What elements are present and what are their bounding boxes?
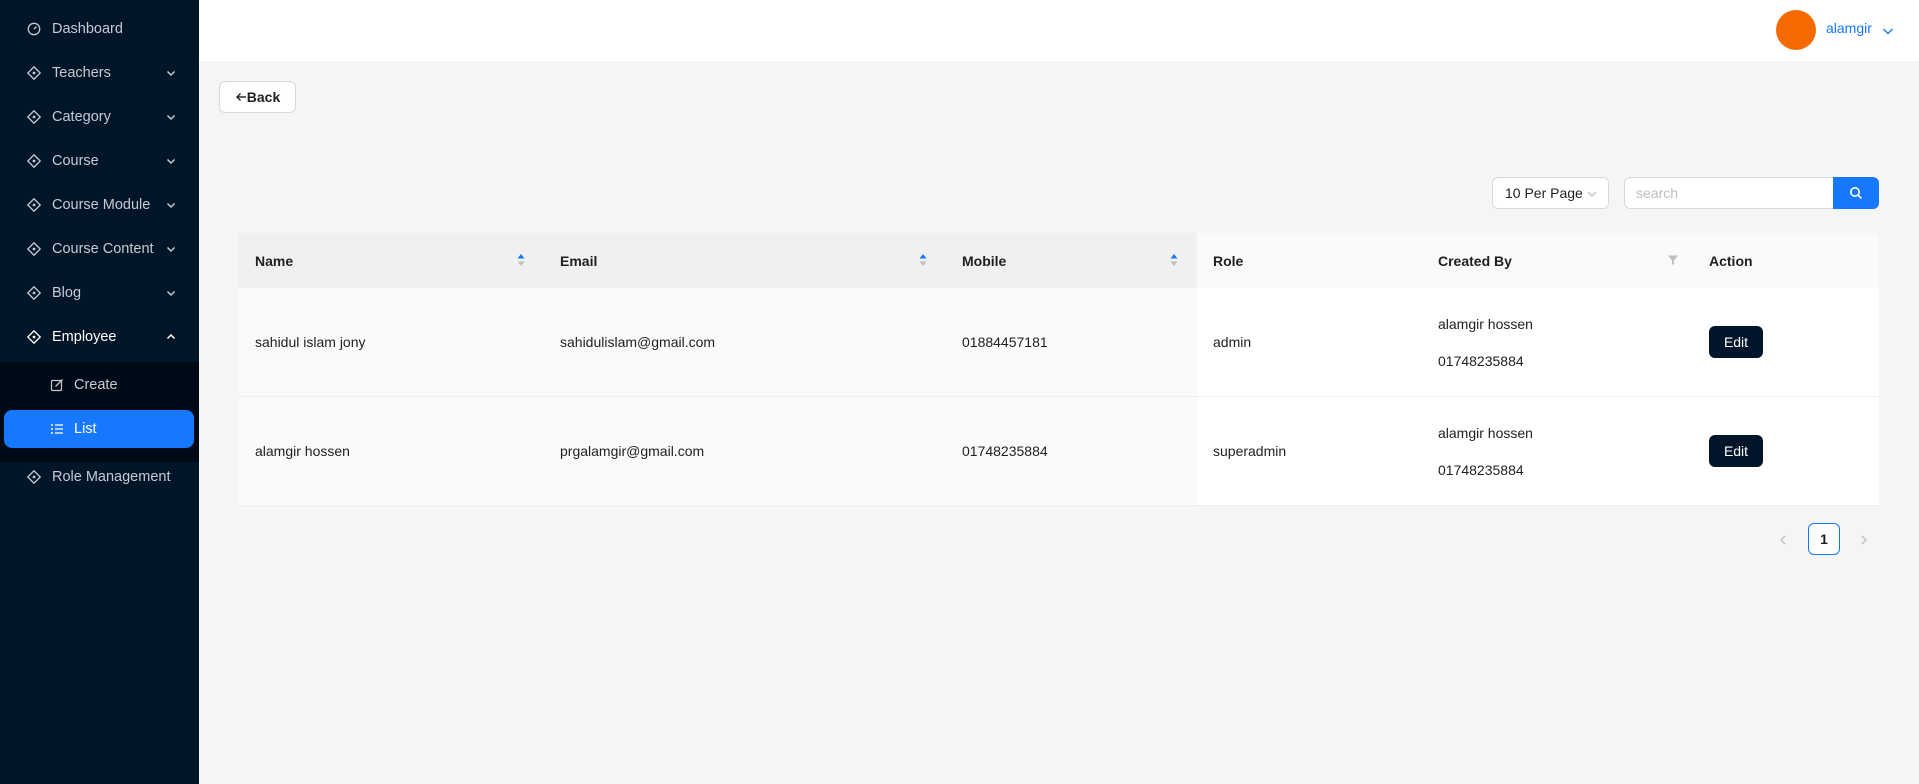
- chevron-down-icon: [1587, 191, 1597, 197]
- sidebar-item-label: Employee: [52, 329, 117, 345]
- sort-icon[interactable]: [1170, 252, 1178, 268]
- column-header-action: Action: [1693, 233, 1879, 288]
- sidebar-item-employee[interactable]: Employee: [0, 315, 199, 359]
- avatar[interactable]: [1776, 10, 1816, 50]
- chevron-down-icon: [166, 114, 176, 121]
- sidebar-subitem-label: Create: [74, 377, 118, 393]
- per-page-select[interactable]: 10 Per Page: [1492, 177, 1609, 209]
- pagination-page-current[interactable]: 1: [1808, 523, 1840, 555]
- cell-role: superadmin: [1197, 397, 1422, 505]
- edit-icon: [50, 379, 63, 392]
- sidebar-item-course-module[interactable]: Course Module: [0, 183, 199, 227]
- sidebar-subitem-create[interactable]: Create: [4, 366, 194, 404]
- cell-created-by: alamgir hossen 01748235884: [1422, 397, 1693, 505]
- column-header-label: Created By: [1438, 252, 1512, 269]
- column-header-mobile[interactable]: Mobile: [946, 233, 1197, 288]
- cell-name: alamgir hossen: [239, 397, 544, 505]
- chevron-down-icon[interactable]: [1882, 25, 1894, 37]
- sidebar-item-course[interactable]: Course: [0, 139, 199, 183]
- created-by-name: alamgir hossen: [1438, 424, 1533, 441]
- pagination-prev-icon[interactable]: [1775, 532, 1791, 548]
- sidebar-item-label: Category: [52, 109, 111, 125]
- chevron-up-icon: [166, 333, 176, 340]
- column-header-label: Name: [255, 252, 294, 269]
- table-row: sahidul islam jony sahidulislam@gmail.co…: [239, 288, 1879, 397]
- diamond-node-icon: [26, 197, 42, 213]
- list-icon: [51, 424, 63, 434]
- diamond-node-icon: [26, 153, 42, 169]
- chevron-down-icon: [166, 70, 176, 77]
- created-by-mobile: 01748235884: [1438, 461, 1524, 478]
- sidebar-item-dashboard[interactable]: Dashboard: [0, 7, 199, 51]
- sidebar-item-label: Course Content: [52, 241, 154, 257]
- back-button[interactable]: Back: [219, 81, 296, 113]
- employee-table: Name Email Mobile Role Created By Action…: [239, 233, 1879, 506]
- sidebar-item-label: Course: [52, 153, 99, 169]
- pagination-next-icon[interactable]: [1856, 532, 1872, 548]
- sidebar: Dashboard Teachers Category Course Cours…: [0, 0, 199, 784]
- table-row: alamgir hossen prgalamgir@gmail.com 0174…: [239, 397, 1879, 506]
- sidebar-item-label: Blog: [52, 285, 82, 301]
- search-input[interactable]: [1624, 177, 1834, 209]
- search-icon: [1850, 187, 1863, 200]
- sidebar-item-label: Role Management: [52, 469, 171, 485]
- created-by-mobile: 01748235884: [1438, 352, 1524, 369]
- sidebar-item-blog[interactable]: Blog: [0, 271, 199, 315]
- cell-name: sahidul islam jony: [239, 288, 544, 396]
- sidebar-item-course-content[interactable]: Course Content: [0, 227, 199, 271]
- chevron-down-icon: [166, 246, 176, 253]
- cell-created-by: alamgir hossen 01748235884: [1422, 288, 1693, 396]
- back-button-label: Back: [246, 89, 281, 105]
- column-header-label: Role: [1213, 252, 1244, 269]
- cell-mobile: 01748235884: [946, 397, 1197, 505]
- diamond-node-icon: [26, 469, 42, 485]
- cell-email: prgalamgir@gmail.com: [544, 397, 946, 505]
- sidebar-item-category[interactable]: Category: [0, 95, 199, 139]
- sort-icon[interactable]: [517, 252, 525, 268]
- column-header-label: Email: [560, 252, 598, 269]
- chevron-down-icon: [166, 158, 176, 165]
- diamond-node-icon: [26, 109, 42, 125]
- sidebar-item-label: Dashboard: [52, 21, 123, 37]
- column-header-role: Role: [1197, 233, 1422, 288]
- sidebar-subitem-list[interactable]: List: [4, 410, 194, 448]
- sort-icon[interactable]: [919, 252, 927, 268]
- top-header: [199, 0, 1919, 61]
- sidebar-item-label: Course Module: [52, 197, 151, 213]
- arrow-left-icon: [235, 93, 246, 101]
- sidebar-item-teachers[interactable]: Teachers: [0, 51, 199, 95]
- cell-role: admin: [1197, 288, 1422, 396]
- diamond-node-icon: [26, 285, 42, 301]
- sidebar-subitem-label: List: [74, 421, 97, 437]
- column-header-label: Mobile: [962, 252, 1007, 269]
- cell-email: sahidulislam@gmail.com: [544, 288, 946, 396]
- chevron-down-icon: [166, 290, 176, 297]
- diamond-node-icon: [26, 241, 42, 257]
- edit-button[interactable]: Edit: [1709, 326, 1763, 358]
- filter-icon[interactable]: [1667, 254, 1679, 266]
- column-header-email[interactable]: Email: [544, 233, 946, 288]
- column-header-name[interactable]: Name: [239, 233, 544, 288]
- sidebar-item-role-management[interactable]: Role Management: [0, 455, 199, 499]
- chevron-down-icon: [166, 202, 176, 209]
- cell-mobile: 01884457181: [946, 288, 1197, 396]
- cell-action: Edit: [1693, 397, 1879, 505]
- search-button[interactable]: [1833, 177, 1879, 209]
- sidebar-item-label: Teachers: [52, 65, 111, 81]
- column-header-created-by[interactable]: Created By: [1422, 233, 1693, 288]
- table-header: Name Email Mobile Role Created By Action: [239, 233, 1879, 288]
- per-page-value: 10 Per Page: [1505, 185, 1583, 201]
- user-menu-name[interactable]: alamgir: [1826, 20, 1872, 36]
- column-header-label: Action: [1709, 252, 1753, 269]
- cell-action: Edit: [1693, 288, 1879, 396]
- dashboard-icon: [26, 21, 42, 37]
- created-by-name: alamgir hossen: [1438, 315, 1533, 332]
- diamond-node-icon: [26, 65, 42, 81]
- diamond-node-icon: [26, 329, 42, 345]
- edit-button[interactable]: Edit: [1709, 435, 1763, 467]
